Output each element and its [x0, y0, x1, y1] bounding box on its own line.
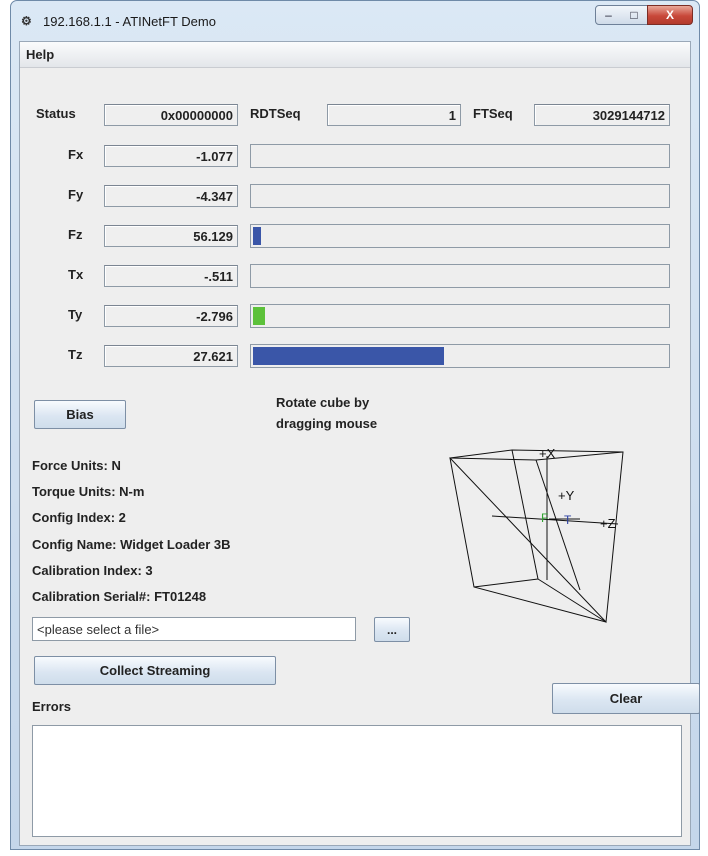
browse-button[interactable]: ... [374, 617, 410, 642]
ftseq-label: FTSeq [473, 106, 513, 121]
errors-label: Errors [32, 699, 72, 714]
channel-bar-fx [250, 144, 670, 168]
config-name: Config Name: Widget Loader 3B [32, 537, 231, 552]
clear-button[interactable]: Clear [552, 683, 700, 714]
app-icon: ⚙ [21, 14, 32, 28]
title-bar[interactable]: ⚙ 192.168.1.1 - ATINetFT Demo – □ X [11, 1, 699, 41]
menu-help[interactable]: Help [26, 47, 54, 62]
channel-value-ty: -2.796 [104, 305, 238, 327]
cube-wireframe [448, 449, 624, 624]
config-index: Config Index: 2 [32, 510, 126, 525]
cube-view[interactable]: +X +Y +Z F T [440, 440, 640, 630]
close-button[interactable]: X [647, 5, 693, 25]
errors-textarea[interactable] [32, 725, 682, 837]
calibration-index: Calibration Index: 3 [32, 563, 153, 578]
cube-x-label: +X [539, 446, 556, 461]
menu-bar: Help [20, 42, 690, 68]
channel-bar-fz [250, 224, 670, 248]
channel-value-fx: -1.077 [104, 145, 238, 167]
channel-bar-fill-fz [253, 227, 261, 245]
channel-label-tx: Tx [68, 267, 84, 282]
status-label: Status [36, 106, 76, 121]
cube-force-marker: F [541, 511, 548, 525]
bias-button[interactable]: Bias [34, 400, 126, 429]
channel-bar-tx [250, 264, 670, 288]
status-field: 0x00000000 [104, 104, 238, 126]
rotate-hint-line1: Rotate cube by [276, 395, 370, 410]
channel-value-tx: -.511 [104, 265, 238, 287]
channel-value-tz: 27.621 [104, 345, 238, 367]
channel-bar-fy [250, 184, 670, 208]
channel-value-fy: -4.347 [104, 185, 238, 207]
window-title: 192.168.1.1 - ATINetFT Demo [43, 14, 216, 29]
app-window: ⚙ 192.168.1.1 - ATINetFT Demo – □ X Help… [10, 0, 700, 850]
channel-bar-ty [250, 304, 670, 328]
maximize-button[interactable]: □ [621, 5, 648, 25]
cube-z-label: +Z [600, 516, 616, 531]
rdtseq-label: RDTSeq [250, 106, 301, 121]
cube-torque-marker: T [564, 513, 572, 527]
channel-bar-fill-tz [253, 347, 444, 365]
client-area: Help Status 0x00000000 RDTSeq 1 FTSeq 30… [19, 41, 700, 846]
minimize-button[interactable]: – [595, 5, 622, 25]
force-units: Force Units: N [32, 458, 121, 473]
channel-bar-fill-ty [253, 307, 265, 325]
cube-y-label: +Y [558, 488, 575, 503]
channel-label-ty: Ty [68, 307, 83, 322]
rdtseq-field: 1 [327, 104, 461, 126]
calibration-serial: Calibration Serial#: FT01248 [32, 589, 207, 604]
channel-bar-tz [250, 344, 670, 368]
channel-label-fz: Fz [68, 227, 83, 242]
collect-streaming-button[interactable]: Collect Streaming [34, 656, 276, 685]
torque-units: Torque Units: N-m [32, 484, 145, 499]
ftseq-field: 3029144712 [534, 104, 670, 126]
channel-label-fy: Fy [68, 187, 84, 202]
rotate-hint-line2: dragging mouse [276, 416, 378, 431]
file-path-input[interactable] [32, 617, 356, 641]
channel-value-fz: 56.129 [104, 225, 238, 247]
channel-label-fx: Fx [68, 147, 84, 162]
channel-label-tz: Tz [68, 347, 83, 362]
